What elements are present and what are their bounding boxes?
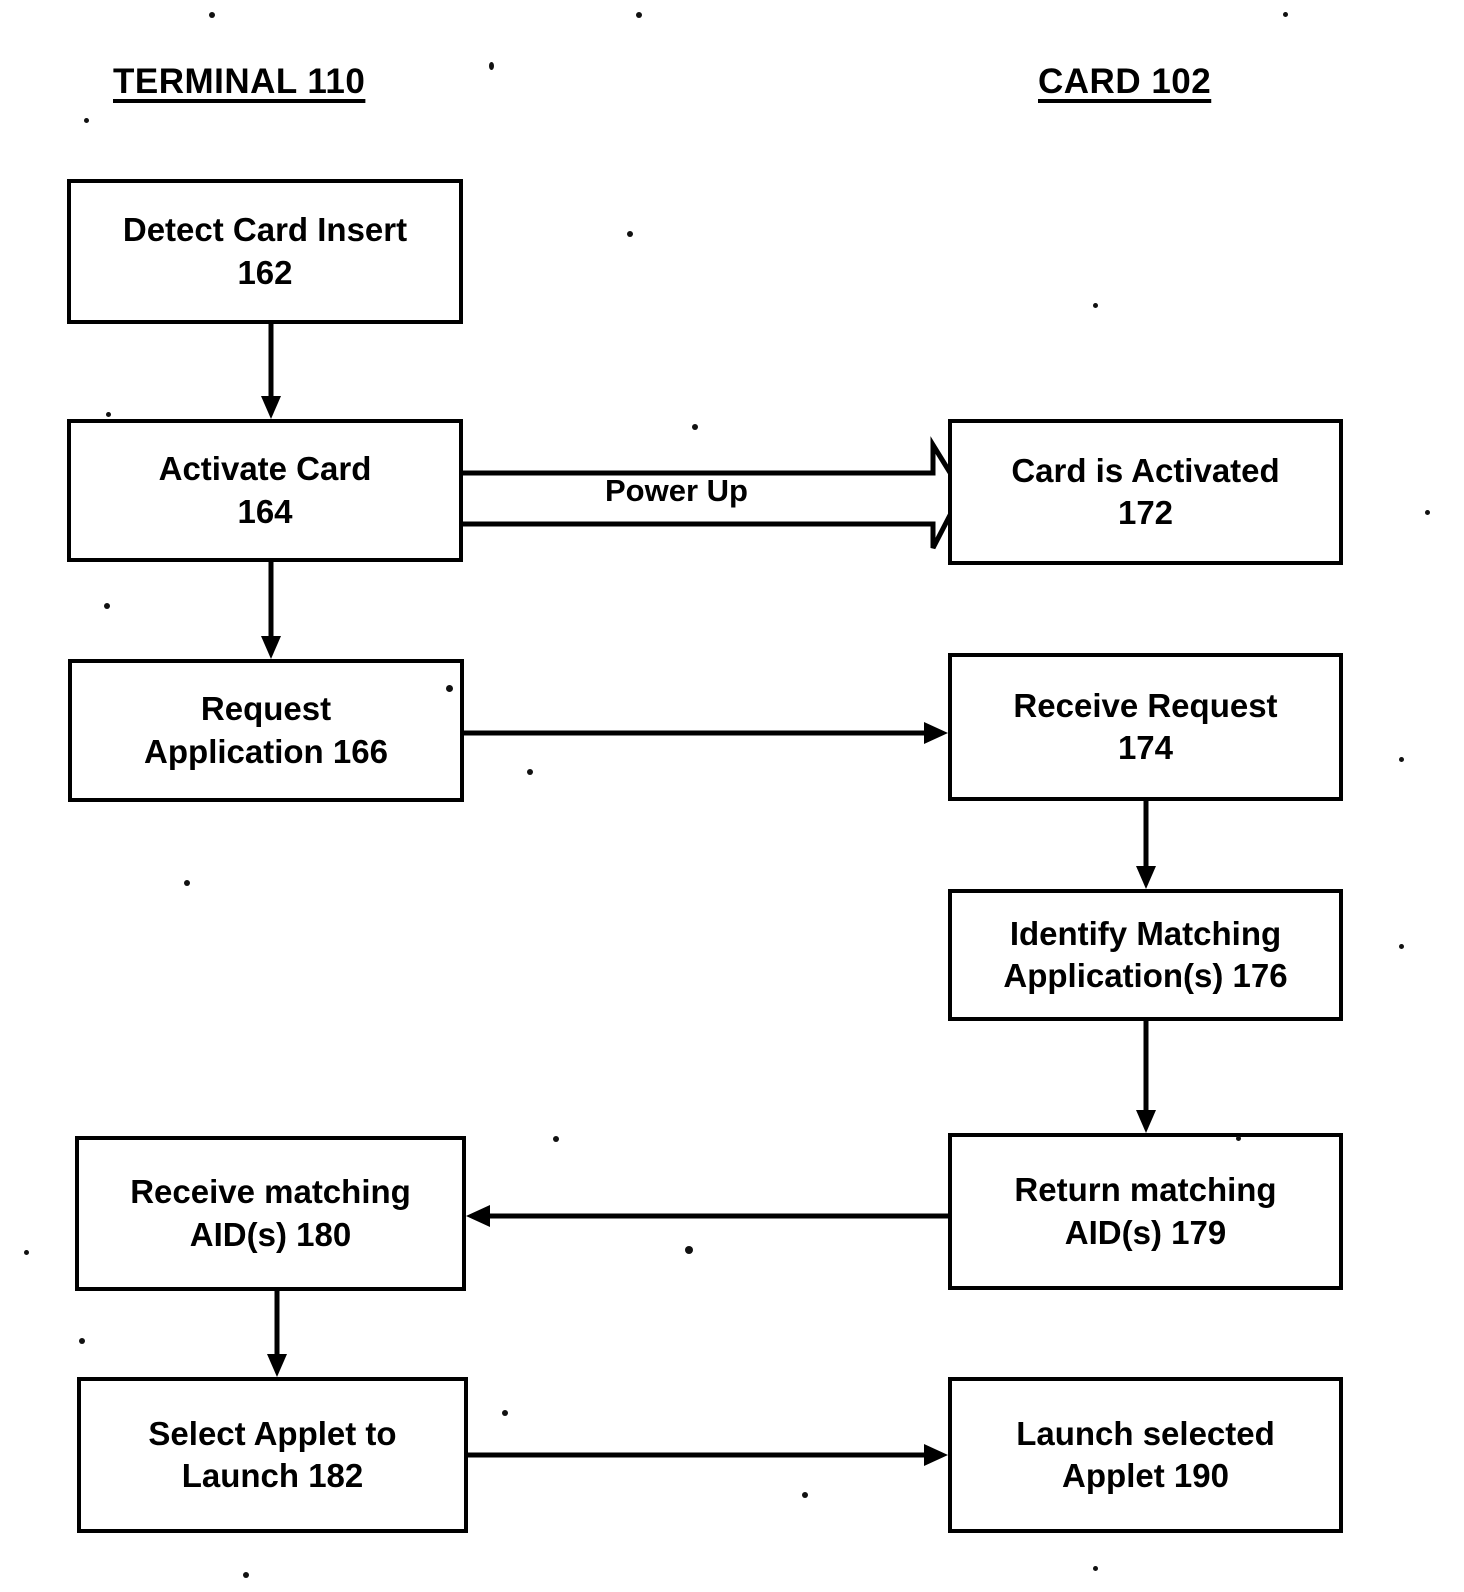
edge-176-to-179 (1136, 1021, 1156, 1133)
scan-speck (553, 1136, 559, 1142)
node-detect-card-insert: Detect Card Insert 162 (67, 179, 463, 324)
scan-speck (802, 1492, 808, 1498)
column-heading-card: CARD 102 (1038, 62, 1212, 101)
scan-speck (209, 12, 215, 18)
edge-179-to-180 (466, 1205, 948, 1227)
node-launch-selected-applet: Launch selected Applet 190 (948, 1377, 1343, 1533)
edge-174-to-176 (1136, 801, 1156, 889)
node-162-line2: 162 (237, 253, 293, 291)
node-179-line1: Return matching (1014, 1171, 1277, 1209)
scan-speck (104, 603, 110, 609)
scan-speck (502, 1410, 508, 1416)
node-164-line1: Activate Card (158, 450, 372, 488)
edge-166-to-174 (464, 722, 948, 744)
scan-speck (1236, 1136, 1241, 1141)
node-182-line2: Launch 182 (181, 1457, 364, 1494)
node-receive-request: Receive Request 174 (948, 653, 1343, 801)
node-request-application: Request Application 166 (68, 659, 464, 802)
scan-speck (24, 1250, 29, 1255)
scan-speck (1093, 303, 1098, 308)
node-select-applet-to-launch: Select Applet to Launch 182 (77, 1377, 468, 1533)
scan-speck (84, 118, 89, 123)
node-174-line1: Receive Request (1013, 686, 1278, 724)
scan-speck (1425, 510, 1430, 515)
node-receive-matching-aids: Receive matching AID(s) 180 (75, 1136, 466, 1291)
scan-speck (106, 412, 111, 417)
node-180-line2: AID(s) 180 (189, 1215, 352, 1253)
column-heading-terminal: TERMINAL 110 (113, 62, 366, 101)
node-return-matching-aids: Return matching AID(s) 179 (948, 1133, 1343, 1290)
node-card-is-activated: Card is Activated 172 (948, 419, 1343, 565)
node-174-line2: 174 (1117, 729, 1174, 766)
node-162-line1: Detect Card Insert (122, 211, 408, 249)
node-190-line1: Launch selected (1016, 1414, 1275, 1452)
node-164-line2: 164 (237, 492, 293, 530)
node-activate-card: Activate Card 164 (67, 419, 463, 562)
scan-speck (1399, 944, 1404, 949)
scan-speck (1093, 1566, 1098, 1571)
node-182-line1: Select Applet to (148, 1414, 397, 1452)
node-190-line2: Applet 190 (1062, 1457, 1229, 1494)
edge-164-to-166 (261, 562, 281, 659)
node-180-line1: Receive matching (130, 1173, 411, 1211)
node-179-line2: AID(s) 179 (1064, 1213, 1227, 1251)
scan-speck (184, 880, 190, 886)
node-176-line1: Identify Matching (1009, 914, 1282, 952)
node-176-line2: Application(s) 176 (1003, 957, 1288, 994)
scan-speck (527, 769, 533, 775)
scan-speck (446, 685, 453, 692)
edge-182-to-190 (468, 1444, 948, 1466)
scan-speck (692, 424, 698, 430)
scan-speck (685, 1246, 693, 1254)
node-166-line2: Application 166 (144, 732, 388, 770)
scan-speck (636, 12, 642, 18)
scan-speck (79, 1338, 85, 1344)
scan-speck (1283, 12, 1288, 17)
scan-speck (489, 62, 494, 70)
edge-label-power-up: Power Up (605, 473, 748, 508)
node-166-line1: Request (200, 690, 332, 728)
scan-speck (627, 231, 633, 237)
edge-162-to-164 (261, 324, 281, 419)
scan-speck (1399, 757, 1404, 762)
node-172-line1: Card is Activated (1011, 451, 1280, 489)
patent-flowchart-figure: TERMINAL 110 CARD 102 Power Up Detect Ca… (0, 0, 1464, 1592)
node-172-line2: 172 (1117, 494, 1174, 531)
edge-180-to-182 (267, 1291, 287, 1377)
node-identify-matching-applications: Identify Matching Application(s) 176 (948, 889, 1343, 1021)
scan-speck (243, 1572, 249, 1578)
